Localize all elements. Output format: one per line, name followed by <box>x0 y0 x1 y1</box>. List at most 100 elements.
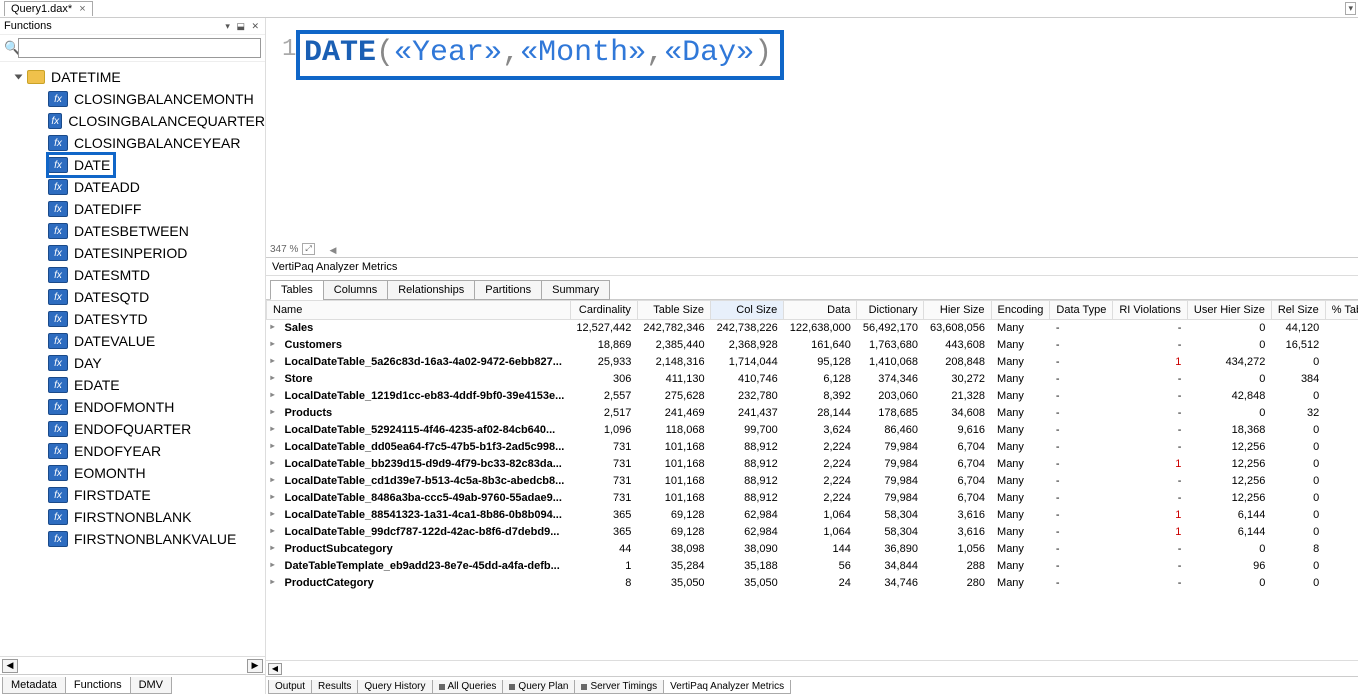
window-dropdown-icon[interactable]: ▾ <box>1345 2 1356 15</box>
tree-root-label: DATETIME <box>51 69 121 85</box>
subtab-partitions[interactable]: Partitions <box>474 280 542 300</box>
table-row[interactable]: LocalDateTable_dd05ea64-f7c5-47b5-b1f3-2… <box>267 439 1358 456</box>
scroll-left-icon[interactable]: ◀ <box>326 243 340 257</box>
table-row[interactable]: ProductCategory835,05035,0502434,746280M… <box>267 575 1358 592</box>
scroll-right-icon[interactable]: ▶ <box>247 659 263 673</box>
function-item-datesbetween[interactable]: fxDATESBETWEEN <box>48 220 265 242</box>
grid-hscrollbar[interactable]: ◀ ▶ <box>266 660 1358 676</box>
table-row[interactable]: LocalDateTable_99dcf787-122d-42ac-b8f6-d… <box>267 524 1358 541</box>
table-row[interactable]: Store306411,130410,7466,128374,34630,272… <box>267 371 1358 388</box>
function-item-eomonth[interactable]: fxEOMONTH <box>48 462 265 484</box>
column-header[interactable]: % Table <box>1325 301 1358 320</box>
expand-arrow-icon[interactable] <box>15 75 23 80</box>
table-row[interactable]: Products2,517241,469241,43728,144178,685… <box>267 405 1358 422</box>
function-label: FIRSTDATE <box>74 487 151 503</box>
function-item-datesytd[interactable]: fx DATESYTD <box>48 308 265 330</box>
fx-icon: fx <box>48 311 68 327</box>
column-header[interactable]: Hier Size <box>924 301 991 320</box>
tab-dmv[interactable]: DMV <box>130 677 172 694</box>
formula-arg-2: «Day» <box>664 36 754 70</box>
function-item-endofquarter[interactable]: fxENDOFQUARTER <box>48 418 265 440</box>
table-row[interactable]: LocalDateTable_bb239d15-d9d9-4f79-bc33-8… <box>267 456 1358 473</box>
column-header[interactable]: Dictionary <box>857 301 924 320</box>
function-item-firstnonblank[interactable]: fxFIRSTNONBLANK <box>48 506 265 528</box>
formula-text[interactable]: DATE(«Year»,«Month»,«Day») <box>304 36 772 70</box>
metrics-grid[interactable]: NameCardinalityTable SizeCol SizeDataDic… <box>266 300 1358 660</box>
function-label: DATESYTD <box>74 311 148 327</box>
subtab-columns[interactable]: Columns <box>323 280 388 300</box>
table-row[interactable]: LocalDateTable_52924115-4f46-4235-af02-8… <box>267 422 1358 439</box>
function-item-endofyear[interactable]: fxENDOFYEAR <box>48 440 265 462</box>
tab-results[interactable]: Results <box>311 680 358 694</box>
function-item-dateadd[interactable]: fxDATEADD <box>48 176 265 198</box>
scroll-track[interactable] <box>20 659 245 673</box>
function-item-edate[interactable]: fxEDATE <box>48 374 265 396</box>
function-label: ENDOFQUARTER <box>74 421 191 437</box>
close-tab-icon[interactable]: × <box>79 3 85 15</box>
tree-root-datetime[interactable]: DATETIME <box>10 66 265 88</box>
function-label: CLOSINGBALANCEYEAR <box>74 135 241 151</box>
table-row[interactable]: LocalDateTable_cd1d39e7-b513-4c5a-8b3c-a… <box>267 473 1358 490</box>
search-input[interactable] <box>18 38 261 58</box>
function-item-closingbalanceyear[interactable]: fxCLOSINGBALANCEYEAR <box>48 132 265 154</box>
column-header[interactable]: Data Type <box>1050 301 1113 320</box>
table-row[interactable]: Sales12,527,442242,782,346242,738,226122… <box>267 320 1358 337</box>
function-item-firstdate[interactable]: fxFIRSTDATE <box>48 484 265 506</box>
tab-functions[interactable]: Functions <box>65 677 131 694</box>
function-item-datesqtd[interactable]: fxDATESQTD <box>48 286 265 308</box>
fx-icon: fx <box>48 201 68 217</box>
table-row[interactable]: LocalDateTable_1219d1cc-eb83-4ddf-9bf0-3… <box>267 388 1358 405</box>
subtab-tables[interactable]: Tables <box>270 280 324 300</box>
function-item-day[interactable]: fxDAY <box>48 352 265 374</box>
function-item-datediff[interactable]: fxDATEDIFF <box>48 198 265 220</box>
table-row[interactable]: DateTableTemplate_eb9add23-8e7e-45dd-a4f… <box>267 558 1358 575</box>
editor-hscrollbar[interactable]: ◀ ▶ <box>326 243 1358 257</box>
tab-server-timings[interactable]: Server Timings <box>574 680 664 694</box>
subtab-summary[interactable]: Summary <box>541 280 610 300</box>
zoom-expand-icon[interactable]: ⤢ <box>302 243 314 255</box>
tab-output[interactable]: Output <box>268 680 312 694</box>
function-item-firstnonblankvalue[interactable]: fxFIRSTNONBLANKVALUE <box>48 528 265 550</box>
table-row[interactable]: Customers18,8692,385,4402,368,928161,640… <box>267 337 1358 354</box>
column-header[interactable]: Col Size <box>711 301 784 320</box>
column-header[interactable]: Rel Size <box>1271 301 1325 320</box>
editor-area[interactable]: 1 DATE(«Year»,«Month»,«Day») 347 % ⤢ ◀ ▶ <box>266 18 1358 258</box>
column-header[interactable]: User Hier Size <box>1187 301 1271 320</box>
table-row[interactable]: LocalDateTable_8486a3ba-ccc5-49ab-9760-5… <box>267 490 1358 507</box>
function-item-closingbalancemonth[interactable]: fxCLOSINGBALANCEMONTH <box>48 88 265 110</box>
panel-controls[interactable]: ▾ ⬓ ✕ <box>225 21 261 32</box>
column-header[interactable]: RI Violations <box>1113 301 1188 320</box>
square-icon <box>581 684 587 690</box>
table-row[interactable]: LocalDateTable_88541323-1a31-4ca1-8b86-0… <box>267 507 1358 524</box>
column-header[interactable]: Cardinality <box>570 301 637 320</box>
function-item-closingbalancequarter[interactable]: fxCLOSINGBALANCEQUARTER <box>48 110 265 132</box>
paren-close: ) <box>754 36 772 70</box>
fx-icon: fx <box>48 509 68 525</box>
tab-all-queries[interactable]: All Queries <box>432 680 504 694</box>
tab-query-history[interactable]: Query History <box>357 680 432 694</box>
document-tab-label: Query1.dax* <box>11 3 72 15</box>
scroll-left-icon[interactable]: ◀ <box>268 663 282 675</box>
horizontal-scrollbar[interactable]: ◀ ▶ <box>0 656 265 674</box>
scroll-left-icon[interactable]: ◀ <box>2 659 18 673</box>
document-tab[interactable]: Query1.dax* × <box>4 1 93 16</box>
table-row[interactable]: LocalDateTable_5a26c83d-16a3-4a02-9472-6… <box>267 354 1358 371</box>
tab-query-plan[interactable]: Query Plan <box>502 680 575 694</box>
function-item-date[interactable]: fxDATE <box>48 154 114 176</box>
function-item-datesmtd[interactable]: fxDATESMTD <box>48 264 265 286</box>
search-icon: 🔍 <box>4 40 18 56</box>
function-item-datesinperiod[interactable]: fxDATESINPERIOD <box>48 242 265 264</box>
column-header[interactable]: Data <box>784 301 857 320</box>
tab-vertipaq-analyzer-metrics[interactable]: VertiPaq Analyzer Metrics <box>663 680 791 694</box>
table-row[interactable]: ProductSubcategory4438,09838,09014436,89… <box>267 541 1358 558</box>
function-item-datevalue[interactable]: fxDATEVALUE <box>48 330 265 352</box>
function-tree[interactable]: DATETIME fxCLOSINGBALANCEMONTHfxCLOSINGB… <box>0 62 265 656</box>
fx-icon: fx <box>48 289 68 305</box>
column-header[interactable]: Table Size <box>637 301 710 320</box>
tab-metadata[interactable]: Metadata <box>2 677 66 694</box>
function-label: DATEVALUE <box>74 333 155 349</box>
subtab-relationships[interactable]: Relationships <box>387 280 475 300</box>
function-item-endofmonth[interactable]: fxENDOFMONTH <box>48 396 265 418</box>
column-header[interactable]: Name <box>267 301 571 320</box>
column-header[interactable]: Encoding <box>991 301 1050 320</box>
